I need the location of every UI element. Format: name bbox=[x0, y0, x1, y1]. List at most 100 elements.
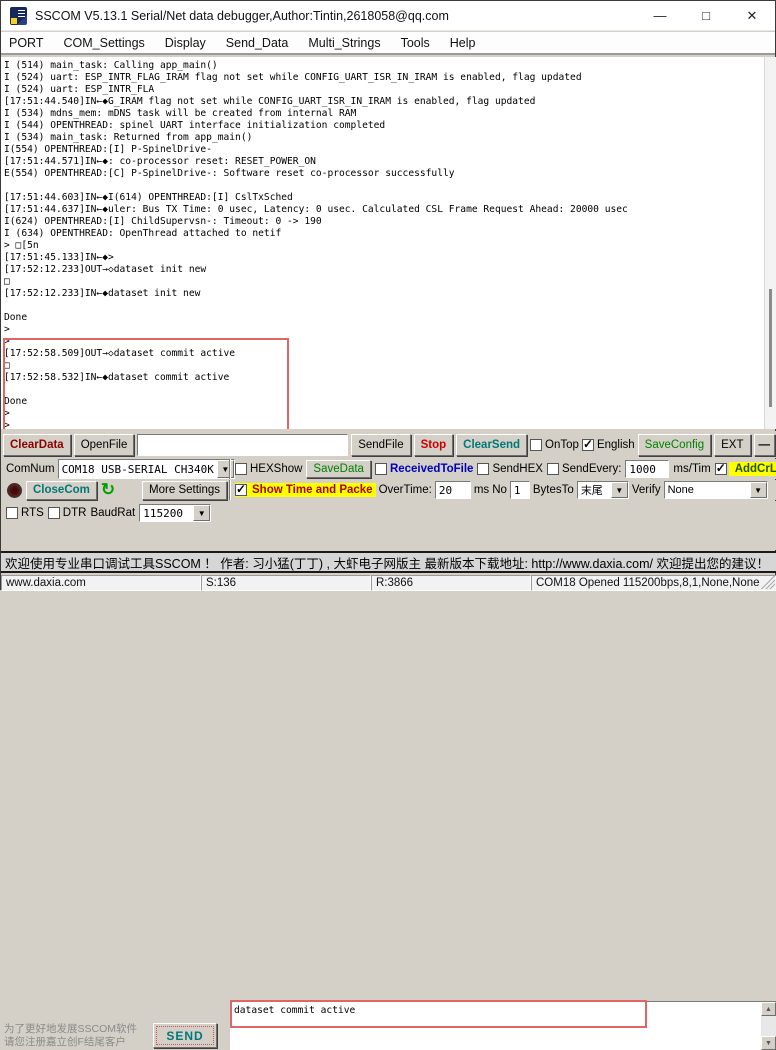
send-every-input[interactable] bbox=[625, 460, 669, 478]
baud-select[interactable]: 115200 ▼ bbox=[139, 504, 211, 522]
english-checkbox-box[interactable] bbox=[582, 439, 594, 451]
rts-checkbox-box[interactable] bbox=[6, 507, 18, 519]
hexshow-checkbox[interactable]: HEXShow bbox=[235, 463, 302, 475]
marquee-text: 欢迎使用专业串口调试工具SSCOM ！ 作者: 习小猛(丁丁) , 大虾电子网版… bbox=[1, 553, 769, 572]
marquee-bar: 欢迎使用专业串口调试工具SSCOM ！ 作者: 习小猛(丁丁) , 大虾电子网版… bbox=[1, 551, 776, 573]
ext-button[interactable]: EXT bbox=[714, 434, 750, 456]
add-crlf-checkbox-box[interactable] bbox=[715, 463, 727, 475]
verify-label: Verify bbox=[632, 484, 661, 496]
more-settings-button[interactable]: More Settings bbox=[142, 481, 227, 500]
toolbar-row-2: ComNum COM18 USB-SERIAL CH340K ▼ HEXShow… bbox=[1, 459, 776, 479]
terminal-line: I (534) mdns_mem: mDNS task will be crea… bbox=[4, 108, 761, 120]
clear-data-button[interactable]: ClearData bbox=[3, 434, 71, 456]
app-icon bbox=[10, 7, 27, 25]
overtime-label: OverTime: bbox=[379, 484, 432, 496]
received-to-file-checkbox-box[interactable] bbox=[375, 463, 387, 475]
send-hex-checkbox[interactable]: SendHEX bbox=[477, 463, 543, 475]
dtr-checkbox[interactable]: DTR bbox=[48, 507, 87, 519]
com-port-value: COM18 USB-SERIAL CH340K bbox=[59, 463, 217, 476]
send-every-checkbox-box[interactable] bbox=[547, 463, 559, 475]
send-file-button[interactable]: SendFile bbox=[351, 434, 410, 456]
english-checkbox[interactable]: English bbox=[582, 439, 635, 451]
menu-item[interactable]: Display bbox=[165, 36, 206, 50]
ontop-checkbox[interactable]: OnTop bbox=[530, 439, 579, 451]
scroll-down-icon[interactable]: ▼ bbox=[761, 1036, 776, 1050]
save-data-button[interactable]: SaveData bbox=[306, 460, 371, 478]
terminal-line: [17:52:12.233]OUT→◇dataset init new bbox=[4, 264, 761, 276]
chevron-down-icon[interactable]: ▼ bbox=[193, 505, 210, 521]
hexshow-label: HEXShow bbox=[250, 463, 302, 475]
ontop-checkbox-box[interactable] bbox=[530, 439, 542, 451]
menu-item[interactable]: Send_Data bbox=[226, 36, 289, 50]
dtr-label: DTR bbox=[63, 507, 87, 519]
open-file-button[interactable]: OpenFile bbox=[74, 434, 135, 456]
file-path-input[interactable] bbox=[137, 434, 348, 456]
annotation-red-box-send bbox=[230, 1000, 647, 1028]
verify-value: None bbox=[665, 484, 750, 496]
show-time-label: Show Time and Packe bbox=[249, 483, 376, 497]
menu-item[interactable]: Help bbox=[450, 36, 476, 50]
com-select-group: ComNum COM18 USB-SERIAL CH340K ▼ bbox=[1, 459, 229, 479]
bytes-to-select[interactable]: 末尾 ▼ bbox=[577, 481, 629, 499]
promo-line-2: 请您注册嘉立创F结尾客户 bbox=[4, 1036, 153, 1049]
menu-item[interactable]: COM_Settings bbox=[64, 36, 145, 50]
send-text-area[interactable]: dataset commit active ▲ ▼ bbox=[230, 1001, 776, 1050]
terminal-line: I(554) OPENTHREAD:[I] P-SpinelDrive- bbox=[4, 144, 761, 156]
status-segment: S:136 bbox=[201, 575, 371, 591]
status-segment: COM18 Opened 115200bps,8,1,None,None bbox=[531, 575, 776, 591]
terminal-scrollbar[interactable] bbox=[764, 57, 776, 429]
terminal-line: □ bbox=[4, 276, 761, 288]
send-every-checkbox[interactable]: SendEvery: bbox=[547, 463, 621, 475]
dtr-checkbox-box[interactable] bbox=[48, 507, 60, 519]
terminal-line: I (514) main_task: Calling app_main() bbox=[4, 60, 761, 72]
menu-item[interactable]: PORT bbox=[9, 36, 44, 50]
menu-bar: PORT COM_Settings Display Send_Data Multi_St… bbox=[1, 32, 775, 55]
scroll-up-icon[interactable]: ▲ bbox=[761, 1002, 776, 1016]
minimize-icon[interactable]: — bbox=[637, 1, 683, 30]
bytes-input[interactable] bbox=[510, 481, 530, 499]
maximize-icon[interactable]: □ bbox=[683, 1, 729, 30]
rts-checkbox[interactable]: RTS bbox=[6, 507, 44, 519]
terminal-line: [17:51:44.540]IN←◆G_IRAM flag not set wh… bbox=[4, 96, 761, 108]
overtime-input[interactable] bbox=[435, 481, 471, 499]
app-window: SSCOM V5.13.1 Serial/Net data debugger,A… bbox=[0, 0, 776, 590]
close-icon[interactable]: ✕ bbox=[729, 1, 775, 30]
show-time-checkbox[interactable]: Show Time and Packe bbox=[235, 483, 376, 497]
collapse-panel-button[interactable]: — bbox=[754, 434, 776, 456]
terminal-scrollbar-thumb[interactable] bbox=[769, 289, 772, 407]
hexshow-checkbox-box[interactable] bbox=[235, 463, 247, 475]
terminal-line: [17:52:12.233]IN←◆dataset init new bbox=[4, 288, 761, 300]
com-port-select[interactable]: COM18 USB-SERIAL CH340K ▼ bbox=[58, 459, 235, 479]
add-crlf-checkbox[interactable]: AddCrLf bbox=[715, 462, 776, 476]
refresh-ports-icon[interactable]: ↻ bbox=[101, 482, 115, 498]
com-control-group: CloseCom ↻ More Settings bbox=[1, 481, 229, 500]
window-title: SSCOM V5.13.1 Serial/Net data debugger,A… bbox=[35, 9, 449, 23]
chevron-down-icon[interactable]: ▼ bbox=[750, 482, 767, 498]
annotation-red-box-terminal bbox=[3, 338, 289, 429]
terminal-output[interactable]: I (514) main_task: Calling app_main()I (… bbox=[1, 57, 776, 429]
send-every-label: SendEvery: bbox=[562, 463, 621, 475]
status-segment: R:3866 bbox=[371, 575, 531, 591]
chevron-down-icon[interactable]: ▼ bbox=[611, 482, 628, 498]
send-button[interactable]: SEND bbox=[153, 1023, 217, 1048]
received-to-file-checkbox[interactable]: ReceivedToFile bbox=[375, 463, 474, 475]
send-hex-checkbox-box[interactable] bbox=[477, 463, 489, 475]
clear-send-button[interactable]: ClearSend bbox=[456, 434, 527, 456]
show-time-checkbox-box[interactable] bbox=[235, 484, 247, 496]
ms-tim-label: ms/Tim bbox=[673, 463, 710, 475]
stop-button[interactable]: Stop bbox=[414, 434, 454, 456]
resize-grip-icon[interactable] bbox=[761, 575, 775, 589]
save-config-button[interactable]: SaveConfig bbox=[638, 434, 711, 456]
send-area-scrollbar[interactable]: ▲ ▼ bbox=[761, 1002, 776, 1050]
menu-item[interactable]: Tools bbox=[401, 36, 430, 50]
send-hex-label: SendHEX bbox=[492, 463, 543, 475]
terminal-line: I (534) main_task: Returned from app_mai… bbox=[4, 132, 761, 144]
title-bar: SSCOM V5.13.1 Serial/Net data debugger,A… bbox=[1, 1, 775, 31]
terminal-line: I (544) OPENTHREAD: spinel UART interfac… bbox=[4, 120, 761, 132]
menu-item[interactable]: Multi_Strings bbox=[308, 36, 380, 50]
verify-select[interactable]: None ▼ bbox=[664, 481, 768, 499]
terminal-line: [17:51:44.637]IN←◆uler: Bus TX Time: 0 u… bbox=[4, 204, 761, 216]
terminal-line: I (524) uart: ESP_INTR_FLAG_IRAM flag no… bbox=[4, 72, 761, 84]
close-com-button[interactable]: CloseCom bbox=[26, 481, 97, 500]
toolbar-row-1: ClearData OpenFile SendFile Stop ClearSe… bbox=[1, 431, 776, 458]
